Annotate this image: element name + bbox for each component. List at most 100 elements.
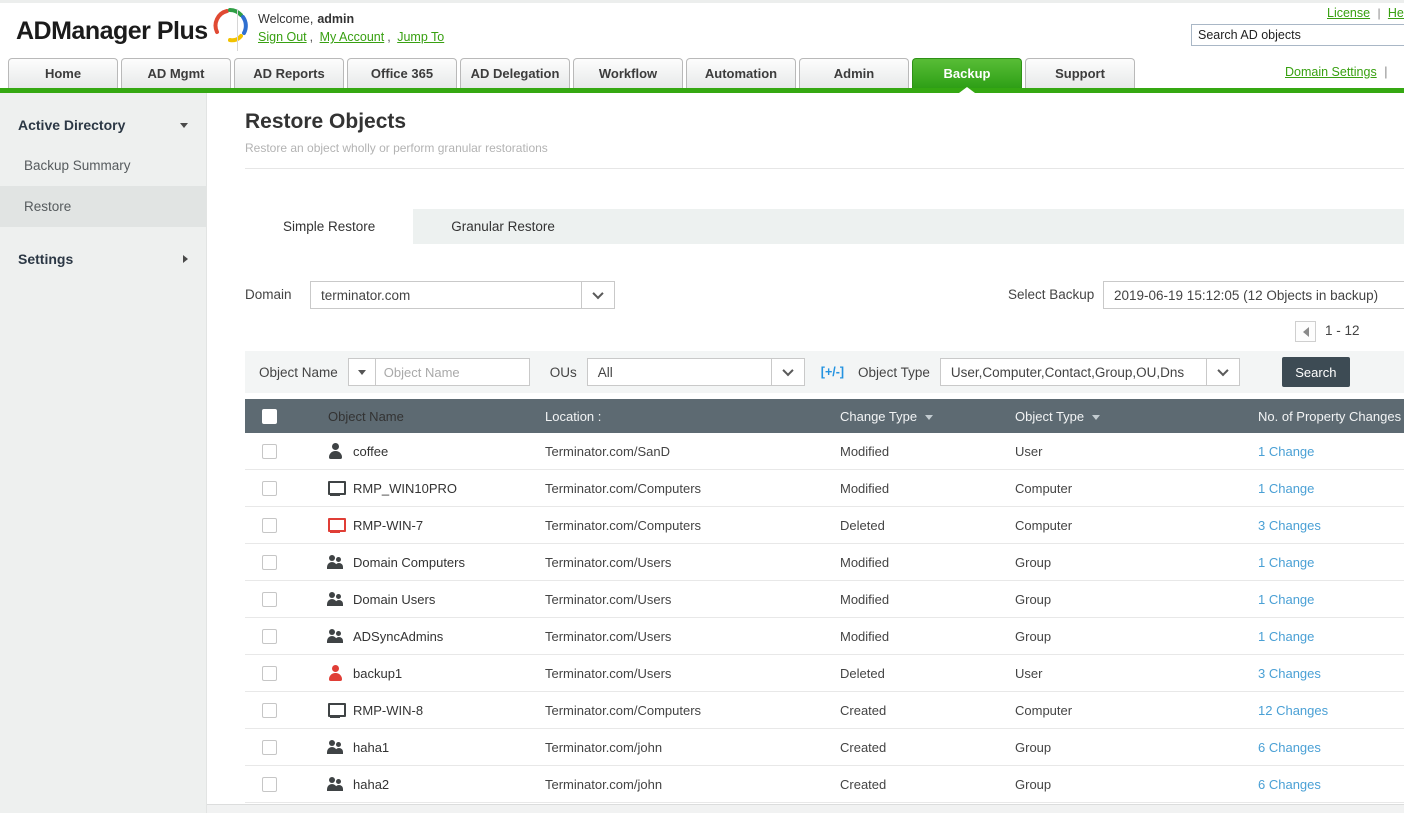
- nav-tab[interactable]: AD Reports: [234, 58, 344, 88]
- sort-caret-icon[interactable]: [925, 414, 934, 420]
- filter-bar: Object Name OUs All [+/-] Object Type Us…: [245, 351, 1404, 393]
- sidebar-item-backup-summary[interactable]: Backup Summary: [0, 145, 206, 186]
- search-button[interactable]: Search: [1281, 357, 1350, 387]
- object-type: Computer: [1015, 517, 1073, 533]
- chevron-down-icon[interactable]: [581, 282, 614, 308]
- sidebar-section-active-directory[interactable]: Active Directory: [0, 93, 206, 133]
- sort-caret-icon[interactable]: [1092, 414, 1101, 420]
- left-arrow-icon: [1302, 326, 1309, 337]
- chevron-down-icon[interactable]: [1205, 359, 1239, 385]
- object-type: Computer: [1015, 702, 1073, 718]
- property-changes-link[interactable]: 1 Change: [1258, 444, 1314, 459]
- property-changes-link[interactable]: 1 Change: [1258, 481, 1314, 496]
- domain-settings-link[interactable]: Domain Settings: [1285, 65, 1377, 79]
- row-checkbox[interactable]: [261, 776, 277, 792]
- controls-row: Domain terminator.com Select Backup 2019…: [245, 281, 1404, 311]
- previous-page-button[interactable]: [1295, 321, 1316, 342]
- change-type: Modified: [840, 628, 890, 644]
- chevron-down-icon[interactable]: [770, 359, 804, 385]
- nav-tab[interactable]: Workflow: [573, 58, 683, 88]
- object-location: Terminator.com/SanD: [545, 443, 670, 459]
- object-type-icon: [327, 480, 346, 496]
- row-checkbox[interactable]: [261, 517, 277, 533]
- field-selector-dropdown[interactable]: [347, 358, 375, 386]
- domain-select[interactable]: terminator.com: [310, 281, 615, 309]
- main-panel: Restore Objects Restore an object wholly…: [207, 93, 1404, 813]
- property-changes-link[interactable]: 6 Changes: [1258, 777, 1321, 792]
- object-location: Terminator.com/Users: [545, 665, 672, 681]
- change-type: Deleted: [840, 517, 885, 533]
- select-backup-label: Select Backup: [1008, 287, 1095, 302]
- row-checkbox[interactable]: [261, 443, 277, 459]
- backup-select[interactable]: 2019-06-19 15:12:05 (12 Objects in backu…: [1103, 281, 1404, 309]
- table-row: ADSyncAdmins Terminator.com/Users Modifi…: [245, 618, 1404, 655]
- row-checkbox[interactable]: [261, 554, 277, 570]
- my-account-link[interactable]: My Account: [320, 30, 385, 44]
- logo-swirl-icon: [210, 5, 250, 50]
- property-changes-link[interactable]: 12 Changes: [1258, 703, 1328, 718]
- object-type-icon: [327, 628, 344, 644]
- property-changes-link[interactable]: 1 Change: [1258, 629, 1314, 644]
- table-row: RMP-WIN-7 Terminator.com/Computers Delet…: [245, 507, 1404, 544]
- help-link[interactable]: Help: [1388, 6, 1404, 20]
- select-all-checkbox[interactable]: [261, 408, 277, 424]
- row-checkbox[interactable]: [261, 628, 277, 644]
- property-changes-link[interactable]: 1 Change: [1258, 555, 1314, 570]
- sidebar-section-settings[interactable]: Settings: [0, 227, 206, 267]
- table-row: RMP_WIN10PRO Terminator.com/Computers Mo…: [245, 470, 1404, 507]
- ous-select[interactable]: All: [586, 358, 805, 386]
- license-link[interactable]: License: [1327, 6, 1370, 20]
- row-checkbox[interactable]: [261, 739, 277, 755]
- object-type-select[interactable]: User,Computer,Contact,Group,OU,Dns: [939, 358, 1240, 386]
- horizontal-scrollbar[interactable]: [207, 804, 1404, 813]
- header-divider: [237, 9, 238, 51]
- row-checkbox[interactable]: [261, 702, 277, 718]
- object-name: coffee: [353, 443, 389, 459]
- object-type: Computer: [1015, 480, 1073, 496]
- row-checkbox[interactable]: [261, 591, 277, 607]
- row-checkbox[interactable]: [261, 665, 277, 681]
- domain-label: Domain: [245, 287, 292, 302]
- app-logo-text: ADManager Plus: [16, 17, 208, 45]
- object-name: RMP-WIN-7: [353, 517, 424, 533]
- row-checkbox[interactable]: [261, 480, 277, 496]
- object-location: Terminator.com/john: [545, 739, 663, 755]
- nav-tab[interactable]: Home: [8, 58, 118, 88]
- sign-out-link[interactable]: Sign Out: [258, 30, 307, 44]
- table-row: Domain Computers Terminator.com/Users Mo…: [245, 544, 1404, 581]
- object-name-input[interactable]: [374, 358, 530, 386]
- nav-tab[interactable]: Support: [1025, 58, 1135, 88]
- col-object-type[interactable]: Object Type: [1015, 409, 1258, 424]
- object-type: Group: [1015, 739, 1052, 755]
- sidebar-item-restore[interactable]: Restore: [0, 186, 206, 227]
- restore-tab[interactable]: Simple Restore: [245, 209, 414, 244]
- restore-tab[interactable]: Granular Restore: [413, 209, 593, 244]
- object-type-icon: [327, 591, 344, 607]
- object-name: RMP-WIN-8: [353, 702, 424, 718]
- object-type-icon: [327, 665, 344, 681]
- property-changes-link[interactable]: 1 Change: [1258, 592, 1314, 607]
- title-divider: [245, 168, 1404, 169]
- change-type: Modified: [840, 591, 890, 607]
- object-location: Terminator.com/john: [545, 776, 663, 792]
- nav-tab[interactable]: AD Delegation: [460, 58, 570, 88]
- nav-tab[interactable]: Automation: [686, 58, 796, 88]
- property-changes-link[interactable]: 6 Changes: [1258, 740, 1321, 755]
- change-type: Created: [840, 776, 887, 792]
- nav-tab[interactable]: Admin: [799, 58, 909, 88]
- property-changes-link[interactable]: 3 Changes: [1258, 666, 1321, 681]
- nav-tab[interactable]: Backup: [912, 58, 1022, 88]
- object-location: Terminator.com/Computers: [545, 702, 702, 718]
- table-row: RMP-WIN-8 Terminator.com/Computers Creat…: [245, 692, 1404, 729]
- object-name: ADSyncAdmins: [353, 628, 444, 644]
- jump-to-link[interactable]: Jump To: [397, 30, 444, 44]
- object-type: Group: [1015, 776, 1052, 792]
- property-changes-link[interactable]: 3 Changes: [1258, 518, 1321, 533]
- search-ad-objects-input[interactable]: [1191, 24, 1404, 46]
- col-change-type[interactable]: Change Type: [840, 409, 1015, 424]
- expand-collapse-toggle[interactable]: [+/-]: [821, 365, 844, 379]
- app-logo[interactable]: ADManager Plus: [16, 8, 250, 50]
- nav-tab[interactable]: AD Mgmt: [121, 58, 231, 88]
- nav-tab[interactable]: Office 365: [347, 58, 457, 88]
- change-type: Created: [840, 702, 887, 718]
